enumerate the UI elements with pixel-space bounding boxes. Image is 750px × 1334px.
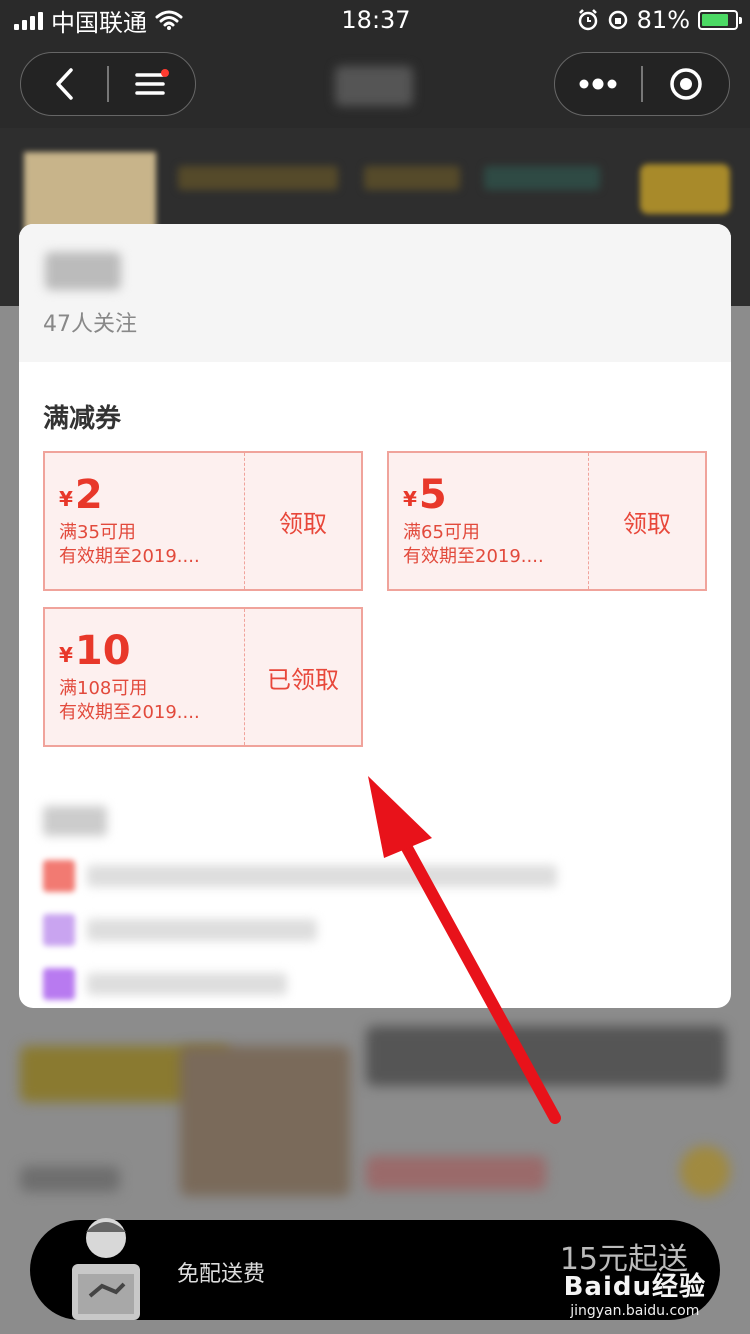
baidu-jingyan-watermark: Baidu经验 jingyan.baidu.com [564,1266,706,1319]
coupon-validity: 有效期至2019.... [403,546,544,567]
nav-left-capsule [20,52,196,116]
nav-bar [0,40,750,128]
alarm-icon [578,9,597,31]
claim-coupon-button[interactable]: 领取 [245,453,361,589]
shop-info-modal: 47人关注 满减券 ¥2 满35可用 有效期至2019.... 领取 ¥5 满6… [19,224,731,1008]
coupon-claimed-label: 已领取 [267,665,339,694]
more-dots-icon [579,78,617,90]
coupon-amount: 5 [418,472,447,518]
battery-percent: 81% [636,6,690,34]
claim-coupon-button[interactable]: 领取 [589,453,705,589]
signal-icon [14,10,43,30]
coupon-card: ¥10 满108可用 有效期至2019.... 已领取 [43,607,363,747]
coupon-condition: 满65可用 [403,522,480,543]
wifi-icon [155,10,183,30]
battery-icon [698,10,742,30]
watermark-logo: Baidu经验 [563,1272,706,1302]
delivery-courier-icon [72,1218,140,1320]
followers-count: 47人关注 [43,312,137,337]
coupon-condition: 满108可用 [59,678,148,699]
clock: 18:37 [341,6,411,34]
target-close-icon [670,68,702,100]
close-miniprogram-button[interactable] [643,53,729,115]
coupon-card: ¥5 满65可用 有效期至2019.... 领取 [387,451,707,591]
coupon-validity: 有效期至2019.... [59,546,200,567]
status-bar: 中国联通 18:37 81% [0,0,750,40]
coupon-card: ¥2 满35可用 有效期至2019.... 领取 [43,451,363,591]
coupon-amount: 2 [74,472,103,518]
menu-button[interactable] [109,53,195,115]
carrier-label: 中国联通 [51,8,147,37]
shop-name-blurred [45,252,121,290]
promotions-section-blurred [43,806,643,1008]
coupon-amount: 10 [74,628,131,674]
rotation-lock-icon [608,10,627,30]
more-button[interactable] [555,53,641,115]
back-button[interactable] [21,53,107,115]
watermark-url: jingyan.baidu.com [570,1303,700,1319]
chevron-left-icon [56,68,73,100]
coupon-validity: 有效期至2019.... [59,702,200,723]
hamburger-icon [135,69,169,95]
coupon-section-title: 满减券 [43,404,122,434]
delivery-fee-text: 免配送费 [177,1262,266,1287]
page-title-blurred [335,66,413,106]
top-bar: 中国联通 18:37 81% [0,0,750,128]
nav-right-capsule [554,52,730,116]
coupon-condition: 满35可用 [59,522,136,543]
modal-header: 47人关注 [19,224,731,362]
